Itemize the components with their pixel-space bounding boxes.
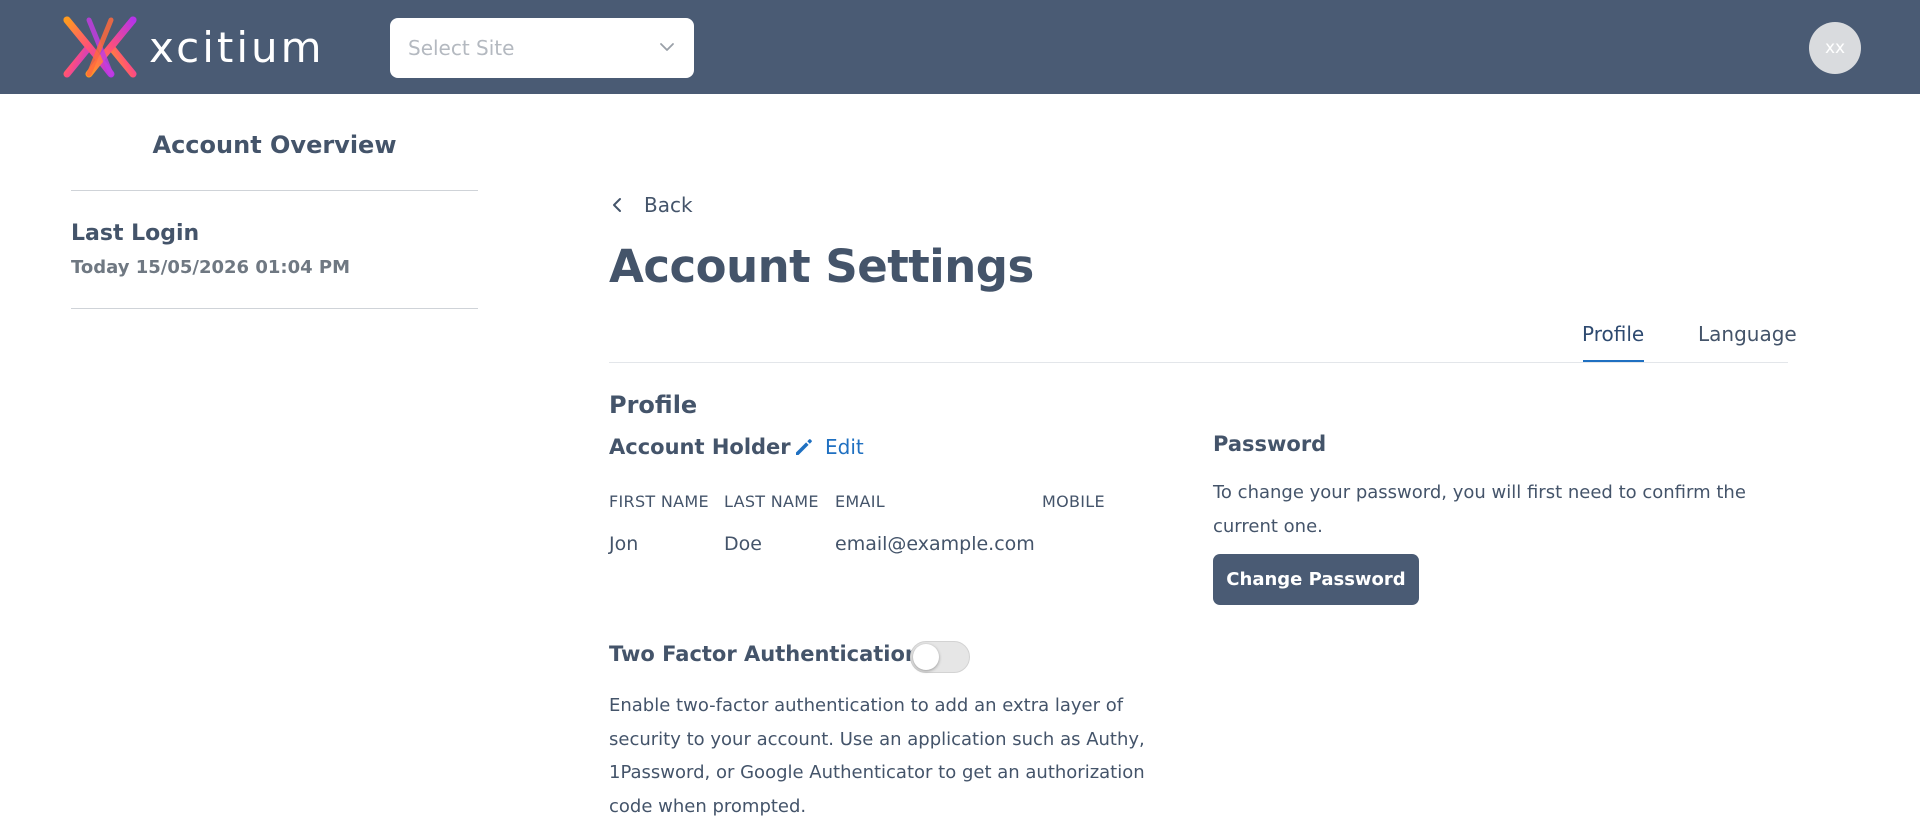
chevron-down-icon <box>660 43 674 51</box>
site-select[interactable]: Select Site <box>390 18 694 78</box>
column-header-last-name: LAST NAME <box>724 492 819 511</box>
column-header-email: EMAIL <box>835 492 885 511</box>
account-holder-title: Account Holder <box>609 435 791 459</box>
column-header-mobile: MOBILE <box>1042 492 1105 511</box>
tab-profile[interactable]: Profile <box>1582 322 1644 346</box>
change-password-button[interactable]: Change Password <box>1213 554 1419 605</box>
edit-label: Edit <box>825 435 864 459</box>
last-login-label: Last Login <box>71 221 200 246</box>
section-title: Profile <box>609 391 698 419</box>
edit-account-holder-button[interactable]: Edit <box>793 435 864 459</box>
two-factor-description: Enable two-factor authentication to add … <box>609 695 1145 817</box>
password-title: Password <box>1213 432 1327 456</box>
column-header-first-name: FIRST NAME <box>609 492 709 511</box>
back-label: Back <box>644 193 693 217</box>
sidebar-divider <box>71 190 478 191</box>
sidebar-divider <box>71 308 478 309</box>
first-name-value: Jon <box>609 533 639 555</box>
last-login-value: Today 15/05/2026 01:04 PM <box>71 257 351 278</box>
last-name-value: Doe <box>724 533 762 555</box>
password-description: To change your password, you will first … <box>1213 482 1746 537</box>
top-bar: xcitium Select Site xx <box>0 0 1920 94</box>
pencil-icon <box>796 439 812 455</box>
two-factor-title: Two Factor Authentication <box>609 642 920 666</box>
back-link[interactable]: Back <box>610 193 693 217</box>
brand-logo[interactable]: xcitium <box>59 12 364 82</box>
chevron-left-icon <box>613 198 621 212</box>
email-value: email@example.com <box>835 533 1035 555</box>
brand-name: xcitium <box>149 22 325 72</box>
user-avatar[interactable]: xx <box>1809 22 1861 74</box>
sidebar-title: Account Overview <box>152 131 397 159</box>
site-select-placeholder: Select Site <box>408 36 515 60</box>
xcitium-logo-icon <box>63 16 137 78</box>
toggle-knob <box>913 644 939 670</box>
tabs-divider <box>609 362 1788 363</box>
settings-tabs: Profile Language <box>609 314 1797 364</box>
tab-language[interactable]: Language <box>1698 322 1797 346</box>
page-title: Account Settings <box>609 240 1034 293</box>
two-factor-toggle[interactable] <box>910 641 970 673</box>
